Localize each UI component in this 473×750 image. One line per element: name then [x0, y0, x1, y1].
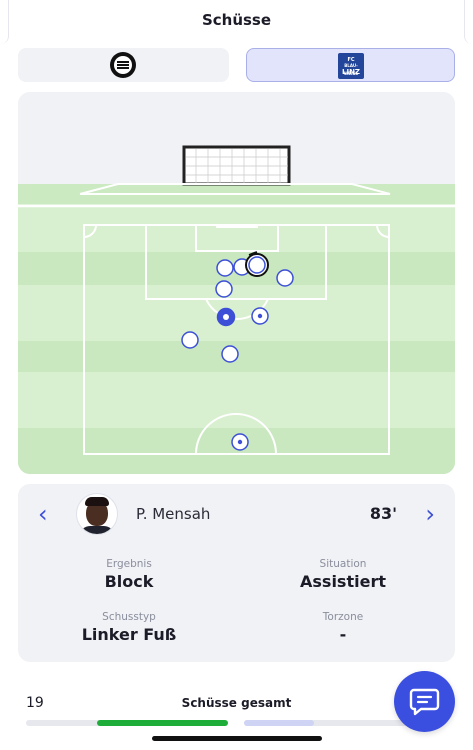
result-value: Block	[104, 572, 154, 591]
shot-marker	[221, 345, 239, 363]
player-name: P. Mensah	[136, 505, 211, 523]
shot-marker	[276, 269, 294, 287]
goal-zone-label: Torzone	[322, 611, 364, 623]
away-shots-bar-fill	[244, 720, 314, 726]
home-shots-bar	[26, 720, 228, 726]
goal-net	[182, 145, 291, 186]
chevron-right-icon[interactable]: ›	[425, 502, 435, 526]
shot-type-label: Schusstyp	[102, 611, 156, 623]
situation-label: Situation	[319, 558, 367, 570]
header: Schüsse	[0, 0, 473, 44]
chat-icon	[409, 688, 440, 716]
club-crest-icon	[110, 52, 136, 78]
shot-detail-card: ‹ P. Mensah 83' › Ergebnis Block Situati…	[18, 484, 455, 662]
situation-value: Assistiert	[300, 572, 386, 591]
shot-marker	[216, 259, 234, 277]
shot-minute: 83'	[369, 504, 397, 523]
team-tab-home[interactable]	[18, 48, 229, 82]
avatar	[76, 493, 118, 535]
shot-type-value: Linker Fuß	[81, 625, 177, 644]
team-tab-away[interactable]: FC BLAU-WEISS LINZ	[246, 48, 455, 82]
goal-zone-value: -	[339, 625, 347, 644]
result-label: Ergebnis	[106, 558, 152, 570]
chevron-left-icon[interactable]: ‹	[38, 502, 48, 526]
shot-marker	[181, 331, 199, 349]
page-title: Schüsse	[201, 11, 272, 29]
shot-marker	[215, 280, 233, 298]
chat-button[interactable]	[394, 671, 455, 732]
home-shots-bar-fill	[96, 720, 228, 726]
club-logo-icon: FC BLAU-WEISS LINZ	[338, 53, 364, 79]
home-indicator	[152, 736, 322, 741]
shot-map	[18, 92, 455, 474]
pitch-lines	[18, 183, 455, 455]
pitch-svg	[18, 92, 455, 474]
